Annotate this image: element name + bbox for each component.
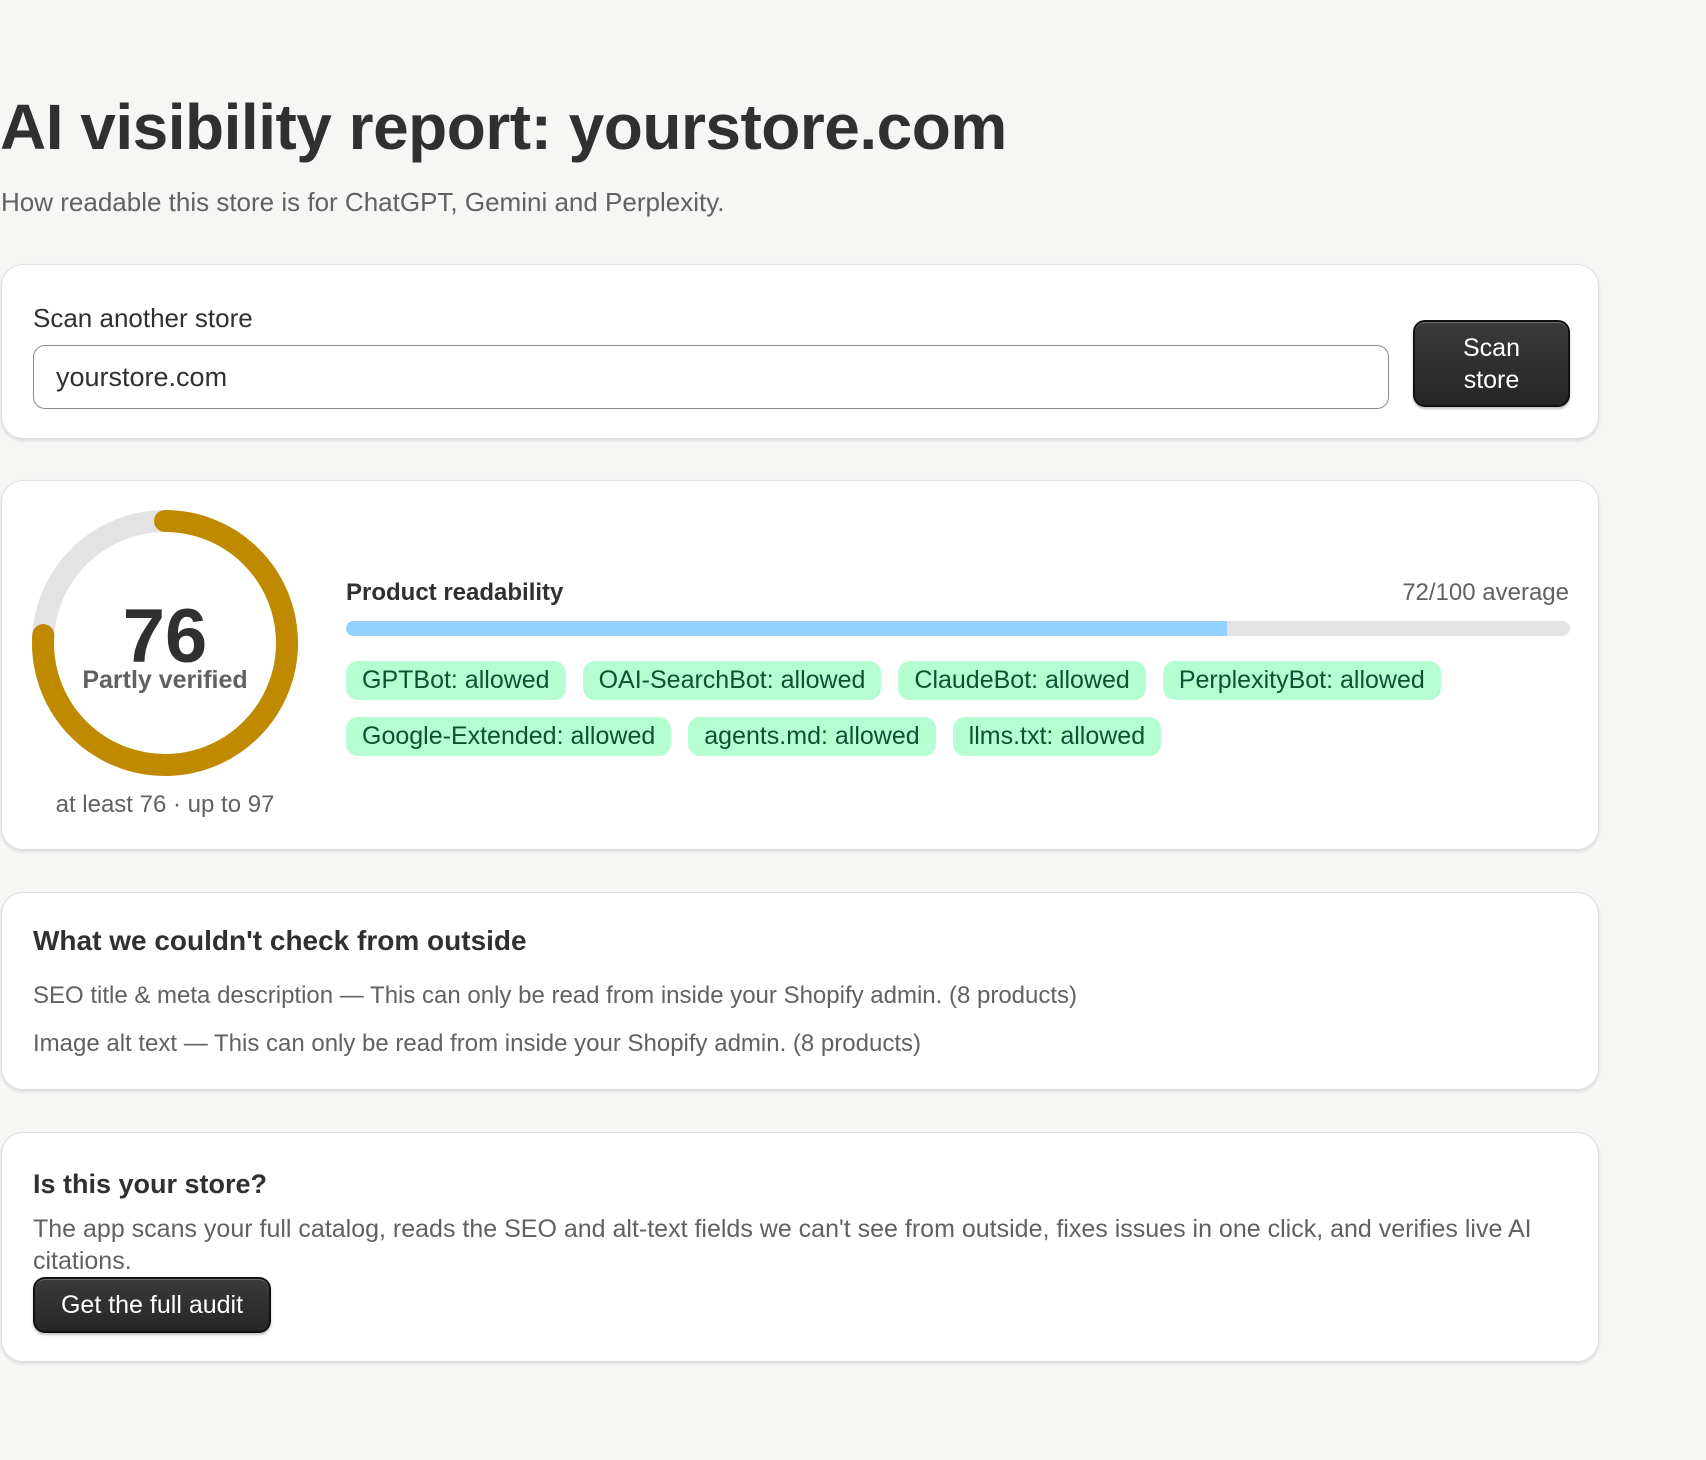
score-status: Partly verified xyxy=(82,666,248,694)
cta-body: The app scans your full catalog, reads t… xyxy=(33,1215,1532,1275)
page: AI visibility report: yourstore.com How … xyxy=(0,0,1706,1460)
full-audit-button[interactable]: Get the full audit xyxy=(33,1277,271,1333)
unchecked-item: SEO title & meta description — This can … xyxy=(33,982,1078,1009)
readability-progress-fill xyxy=(346,621,1228,636)
score-range: at least 76 · up to 97 xyxy=(55,791,275,818)
readability-progress-bar xyxy=(346,621,1570,636)
bot-chip-google-extended: Google-Extended: allowed xyxy=(346,717,672,756)
bot-chip-agents-md: agents.md: allowed xyxy=(688,717,936,756)
bot-chip-gptbot: GPTBot: allowed xyxy=(346,661,566,700)
readability-label: Product readability xyxy=(346,579,564,606)
bot-chip-oai-searchbot: OAI-SearchBot: allowed xyxy=(582,661,882,700)
unchecked-card: What we couldn't check from outside SEO … xyxy=(1,892,1599,1090)
cta-card: Is this your store? The app scans your f… xyxy=(1,1132,1599,1362)
cta-title: Is this your store? xyxy=(33,1169,268,1199)
score-card: 76 Partly verified at least 76 · up to 9… xyxy=(1,480,1599,850)
readability-average: 72/100 average xyxy=(1402,579,1569,606)
scan-store-button[interactable]: Scan store xyxy=(1413,320,1570,407)
page-subtitle: How readable this store is for ChatGPT, … xyxy=(1,187,725,217)
bot-chip-claudebot: ClaudeBot: allowed xyxy=(898,661,1146,700)
unchecked-item: Image alt text — This can only be read f… xyxy=(33,1030,921,1057)
store-url-input[interactable] xyxy=(33,345,1389,409)
unchecked-title: What we couldn't check from outside xyxy=(33,925,527,956)
score-value: 76 xyxy=(122,594,208,679)
bot-status-list: GPTBot: allowed OAI-SearchBot: allowed C… xyxy=(346,661,1576,756)
page-title: AI visibility report: yourstore.com xyxy=(0,91,1007,163)
bot-chip-perplexitybot: PerplexityBot: allowed xyxy=(1162,661,1441,700)
bot-chip-llms-txt: llms.txt: allowed xyxy=(952,717,1162,756)
scan-card: Scan another store Scan store xyxy=(1,264,1599,439)
scan-label: Scan another store xyxy=(33,303,253,333)
